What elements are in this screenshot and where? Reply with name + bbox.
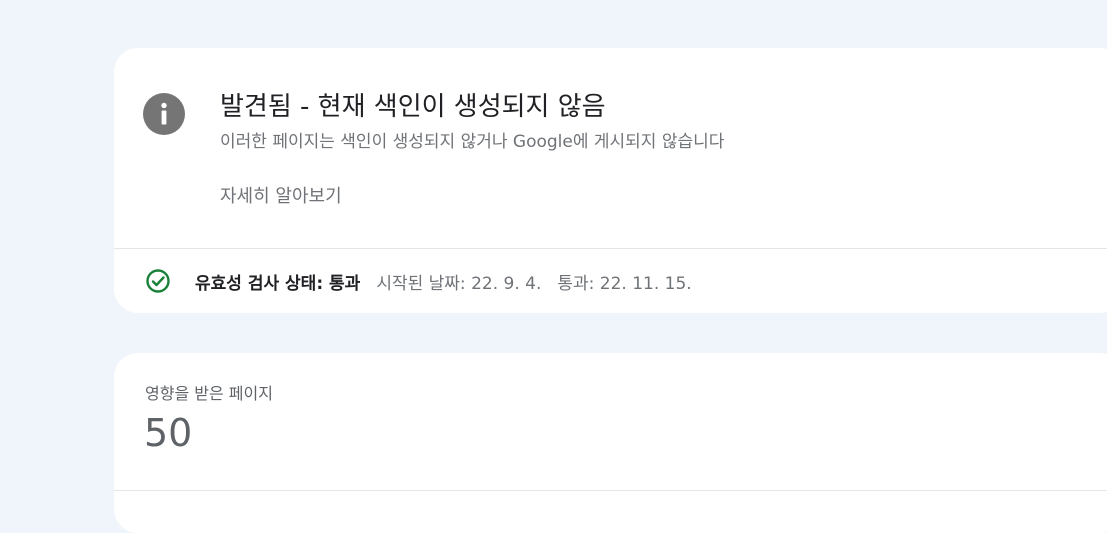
- validation-started-date: 시작된 날짜: 22. 9. 4.: [376, 273, 542, 294]
- card-divider: [114, 490, 1107, 491]
- affected-pages-value: 50: [144, 411, 193, 455]
- info-icon: [143, 93, 185, 135]
- check-circle-icon: [146, 269, 170, 293]
- issue-description: 이러한 페이지는 색인이 생성되지 않거나 Google에 게시되지 않습니다: [220, 132, 725, 152]
- issue-title: 발견됨 - 현재 색인이 생성되지 않음: [220, 92, 606, 122]
- affected-pages-card: 영향을 받은 페이지 50: [114, 353, 1107, 533]
- card-divider: [114, 248, 1107, 249]
- affected-pages-label: 영향을 받은 페이지: [145, 384, 273, 403]
- validation-status-label: 유효성 검사 상태: 통과: [195, 273, 361, 294]
- issue-card: 발견됨 - 현재 색인이 생성되지 않음 이러한 페이지는 색인이 생성되지 않…: [114, 48, 1107, 313]
- validation-status-row: 유효성 검사 상태: 통과 시작된 날짜: 22. 9. 4. 통과: 22. …: [145, 266, 692, 296]
- learn-more-link[interactable]: 자세히 알아보기: [220, 182, 342, 208]
- validation-passed-date: 통과: 22. 11. 15.: [557, 273, 692, 294]
